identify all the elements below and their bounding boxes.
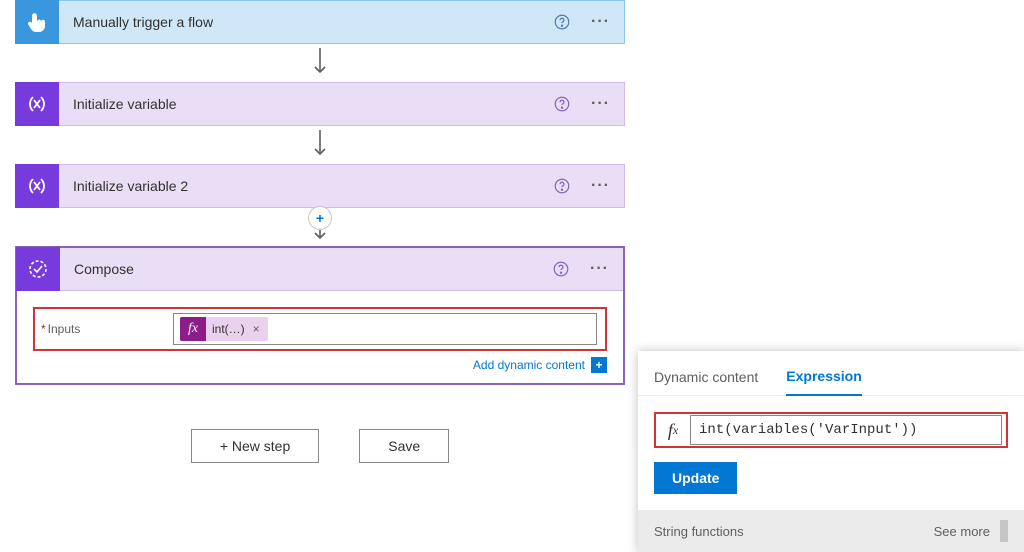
- flow-canvas: Manually trigger a flow ··· Initialize v…: [0, 0, 625, 463]
- fx-icon: fx: [656, 414, 690, 446]
- save-button[interactable]: Save: [359, 429, 449, 463]
- help-icon[interactable]: [552, 260, 570, 278]
- help-icon[interactable]: [553, 13, 571, 31]
- help-icon[interactable]: [553, 177, 571, 195]
- add-dynamic-content-link[interactable]: Add dynamic content +: [33, 357, 607, 373]
- remove-token-icon[interactable]: ×: [251, 322, 268, 336]
- section-label: String functions: [654, 524, 744, 539]
- inputs-row-highlight: *Inputs fx int(…) ×: [33, 307, 607, 351]
- variable-icon: [15, 164, 59, 208]
- flow-arrow: [15, 130, 625, 160]
- compose-icon: [16, 247, 60, 291]
- add-step-button[interactable]: +: [308, 206, 332, 230]
- more-icon[interactable]: ···: [590, 260, 609, 278]
- step-init-var[interactable]: Initialize variable ···: [15, 82, 625, 126]
- inputs-field[interactable]: fx int(…) ×: [173, 313, 597, 345]
- see-more-link[interactable]: See more: [934, 524, 990, 539]
- new-step-button[interactable]: + New step: [191, 429, 319, 463]
- expression-token[interactable]: fx int(…) ×: [180, 317, 268, 341]
- scrollbar-thumb[interactable]: [1000, 520, 1008, 542]
- variable-icon: [15, 82, 59, 126]
- more-icon[interactable]: ···: [591, 95, 610, 113]
- tab-expression[interactable]: Expression: [786, 368, 861, 396]
- panel-section-header: String functions See more: [638, 510, 1024, 552]
- token-text: int(…): [206, 322, 251, 336]
- touch-icon: [15, 0, 59, 44]
- expression-input-highlight: fx int(variables('VarInput')): [654, 412, 1008, 448]
- more-icon[interactable]: ···: [591, 177, 610, 195]
- inputs-label: *Inputs: [35, 322, 173, 336]
- step-title: Initialize variable 2: [73, 178, 188, 194]
- step-title: Initialize variable: [73, 96, 177, 112]
- expression-input[interactable]: int(variables('VarInput')): [690, 415, 1002, 445]
- help-icon[interactable]: [553, 95, 571, 113]
- update-button[interactable]: Update: [654, 462, 737, 494]
- step-title: Compose: [74, 261, 134, 277]
- flow-arrow: +: [15, 214, 625, 244]
- expression-panel: Dynamic content Expression fx int(variab…: [638, 351, 1024, 552]
- step-title: Manually trigger a flow: [73, 14, 213, 30]
- step-init-var-2[interactable]: Initialize variable 2 ···: [15, 164, 625, 208]
- tab-dynamic-content[interactable]: Dynamic content: [654, 369, 758, 395]
- compose-header[interactable]: Compose ···: [17, 248, 623, 290]
- flow-arrow: [15, 48, 625, 78]
- more-icon[interactable]: ···: [591, 13, 610, 31]
- step-compose: Compose ··· *Inputs fx int(…) × Add dyna…: [15, 246, 625, 385]
- plus-icon: +: [591, 357, 607, 373]
- step-trigger[interactable]: Manually trigger a flow ···: [15, 0, 625, 44]
- fx-icon: fx: [180, 317, 206, 341]
